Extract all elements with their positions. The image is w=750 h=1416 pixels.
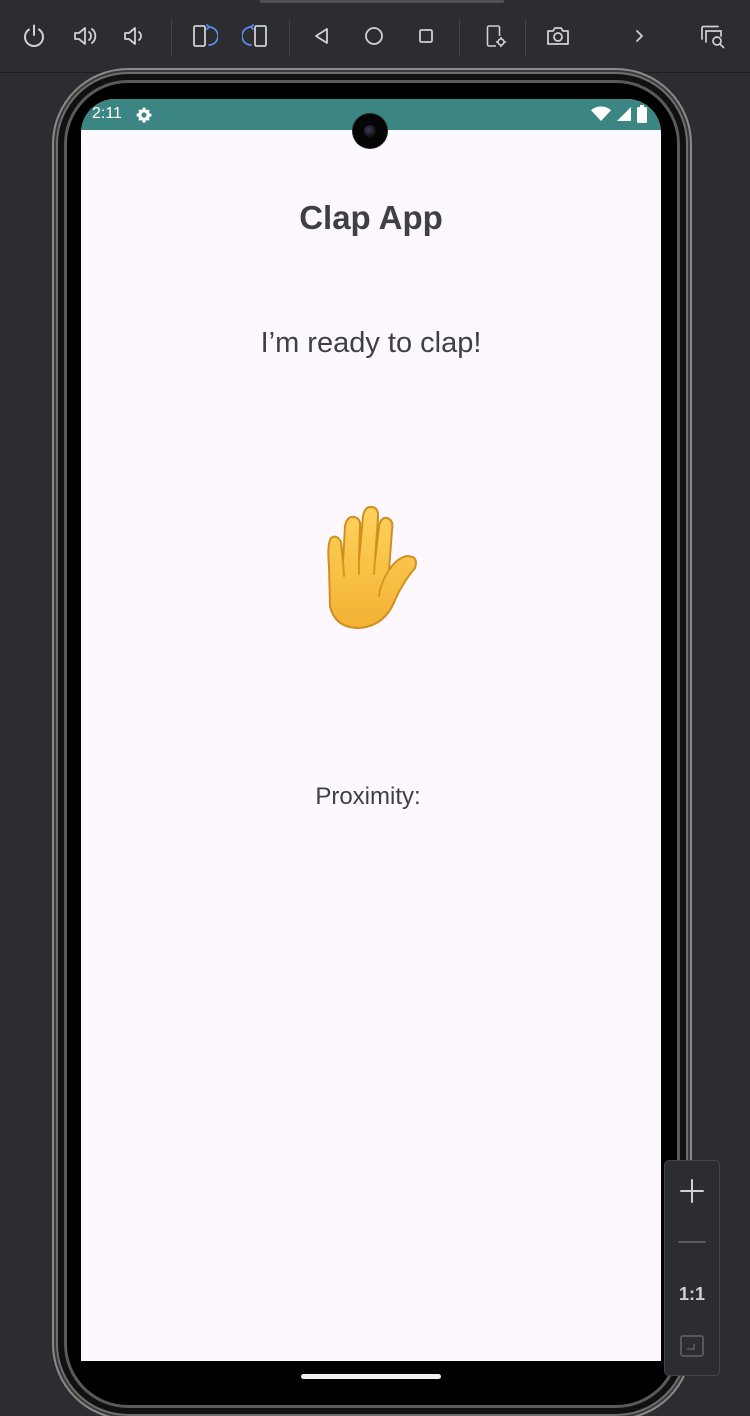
back-icon[interactable] <box>304 18 340 54</box>
overview-icon[interactable] <box>408 18 444 54</box>
gesture-nav-bar[interactable] <box>301 1374 441 1379</box>
chevron-right-icon[interactable] <box>621 18 657 54</box>
toolbar-separator <box>525 20 526 56</box>
home-icon[interactable] <box>356 18 392 54</box>
power-side-button <box>686 500 692 578</box>
toolbar-separator <box>171 20 172 56</box>
plus-icon <box>680 1179 704 1203</box>
raised-hand-icon <box>327 505 417 629</box>
toolbar-separator <box>289 20 290 56</box>
clap-status-message: I’m ready to clap! <box>260 327 482 359</box>
zoom-actual-size-label: 1:1 <box>678 1283 705 1304</box>
emulator-toolbar <box>0 0 750 73</box>
camera-icon[interactable] <box>540 18 576 54</box>
zoom-fit-button[interactable] <box>665 1326 719 1366</box>
app-title: Clap App <box>299 199 443 236</box>
status-icons <box>591 105 647 123</box>
proximity-label: Proximity: <box>315 783 421 810</box>
zoom-window-icon[interactable] <box>694 18 730 54</box>
volume-side-button <box>686 650 692 808</box>
minus-icon <box>678 1241 706 1243</box>
zoom-controls: 1:1 <box>664 1160 720 1376</box>
fit-screen-icon <box>680 1335 704 1357</box>
rotate-left-icon[interactable] <box>186 18 222 54</box>
wifi-icon <box>591 106 611 121</box>
zoom-out-button[interactable] <box>665 1222 719 1262</box>
power-icon[interactable] <box>16 18 52 54</box>
battery-icon <box>637 105 647 123</box>
toolbar-separator <box>459 20 460 56</box>
volume-down-icon[interactable] <box>116 18 152 54</box>
front-camera <box>353 114 387 148</box>
zoom-actual-size-button[interactable]: 1:1 <box>665 1274 719 1314</box>
volume-up-icon[interactable] <box>67 18 103 54</box>
device-settings-icon[interactable] <box>477 18 513 54</box>
rotate-right-icon[interactable] <box>238 18 274 54</box>
status-time: 2:11 <box>92 105 122 122</box>
device-screen[interactable]: 2:11 Clap App I’m ready to clap! Proximi… <box>81 99 661 1361</box>
zoom-in-button[interactable] <box>665 1171 719 1211</box>
settings-gear-icon <box>136 107 152 123</box>
cellular-signal-icon <box>617 107 631 121</box>
window-drag-handle[interactable] <box>260 0 504 3</box>
